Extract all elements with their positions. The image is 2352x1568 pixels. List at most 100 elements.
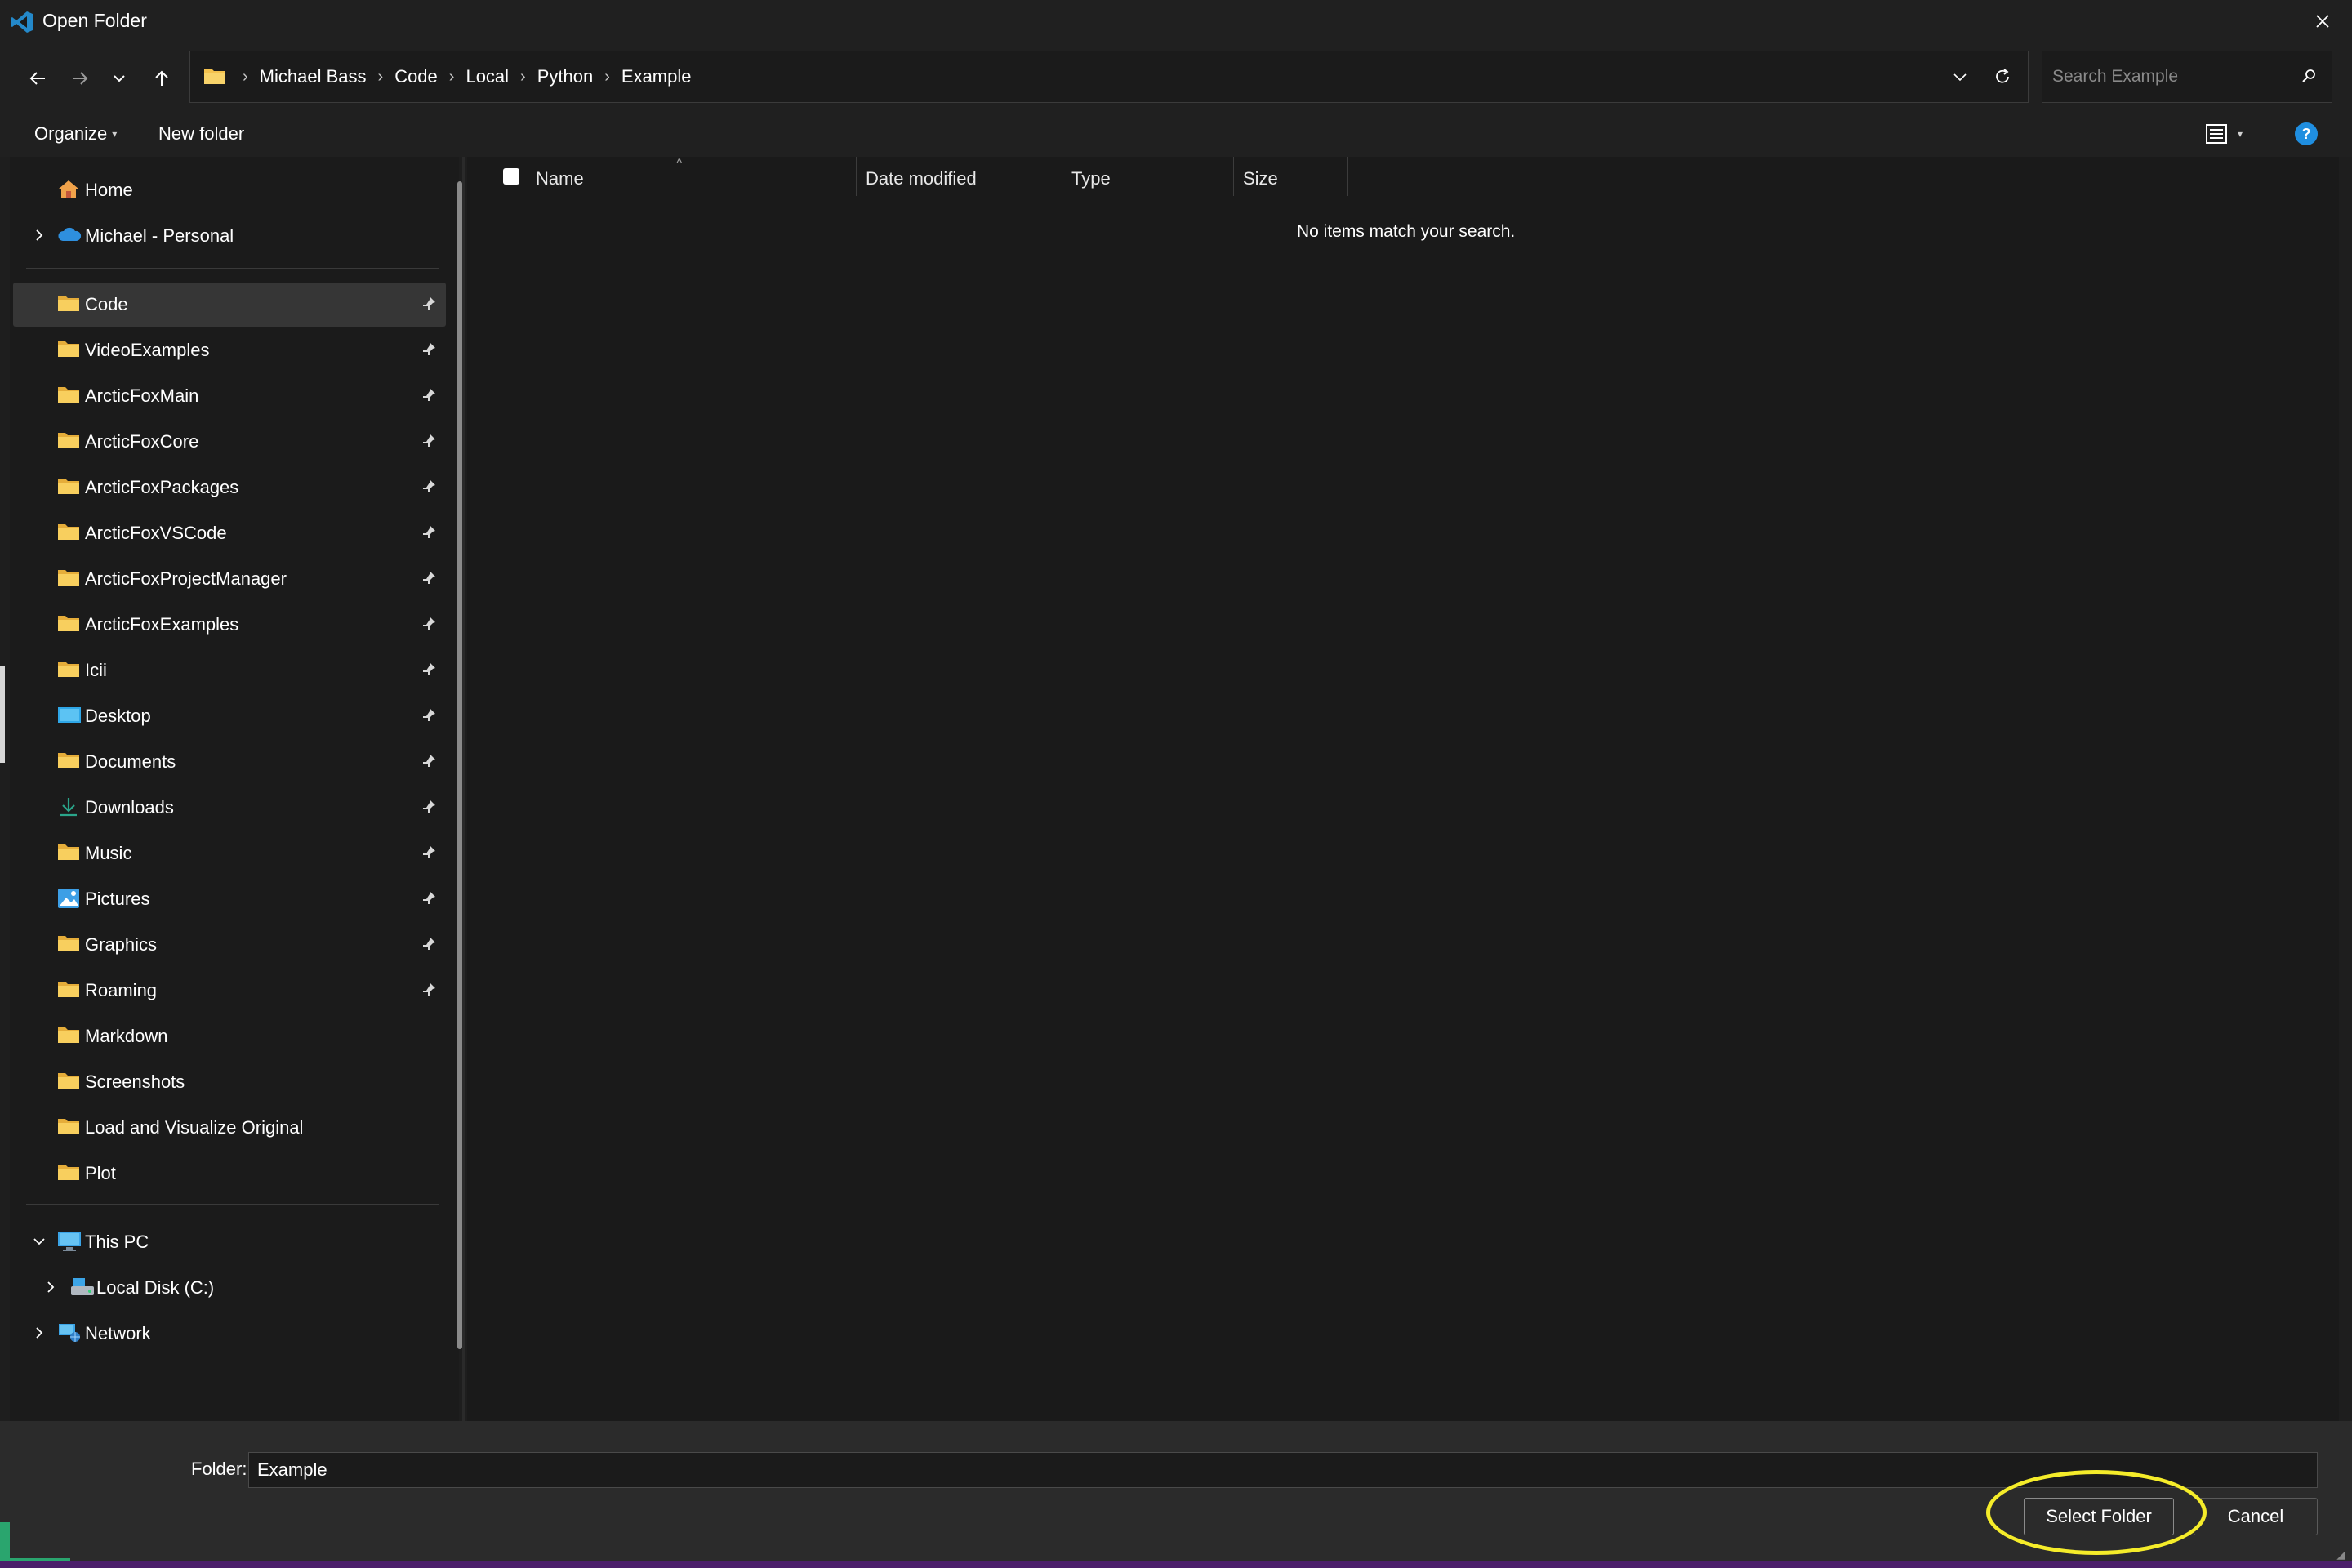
- breadcrumb-item[interactable]: Example: [621, 66, 692, 87]
- breadcrumb-separator: ›: [377, 67, 384, 86]
- sidebar-item-videoexamples[interactable]: VideoExamples: [13, 328, 446, 372]
- change-view-button[interactable]: ▾: [2205, 119, 2262, 149]
- up-button[interactable]: [144, 60, 180, 96]
- pin-icon[interactable]: [421, 844, 437, 865]
- breadcrumb-separator: ›: [243, 67, 248, 86]
- select-all-checkbox[interactable]: [503, 168, 519, 185]
- sidebar-item-plot[interactable]: Plot: [13, 1152, 446, 1196]
- select-folder-button[interactable]: Select Folder: [2024, 1498, 2174, 1535]
- breadcrumb-item[interactable]: Michael Bass: [260, 66, 367, 87]
- sidebar-item-desktop[interactable]: Desktop: [13, 694, 446, 738]
- address-bar[interactable]: › Michael Bass › Code › Local › Python ›…: [189, 51, 2029, 103]
- folder-icon: [57, 842, 82, 865]
- new-folder-button[interactable]: New folder: [149, 118, 254, 150]
- sidebar-item-code[interactable]: Code: [13, 283, 446, 327]
- pin-icon[interactable]: [421, 890, 437, 911]
- pin-icon[interactable]: [421, 982, 437, 1002]
- sidebar-item-graphics[interactable]: Graphics: [13, 923, 446, 967]
- pin-icon[interactable]: [421, 433, 437, 453]
- pin-icon[interactable]: [421, 296, 437, 316]
- caret-down-icon: ▾: [2238, 128, 2243, 140]
- pin-icon[interactable]: [421, 479, 437, 499]
- sidebar-item-this-pc[interactable]: This PC: [13, 1220, 446, 1264]
- back-button[interactable]: [20, 60, 56, 96]
- sidebar-item-arcticfoxpackages[interactable]: ArcticFoxPackages: [13, 466, 446, 510]
- sidebar-item-arcticfoxprojectmanager[interactable]: ArcticFoxProjectManager: [13, 557, 446, 601]
- folder-icon: [57, 1116, 82, 1139]
- sidebar-item-arcticfoxvscode[interactable]: ArcticFoxVSCode: [13, 511, 446, 555]
- organize-button[interactable]: Organize ▾: [24, 118, 127, 150]
- pin-icon[interactable]: [421, 799, 437, 819]
- column-header-name[interactable]: Name: [536, 168, 584, 189]
- sidebar-item-label: Roaming: [85, 980, 158, 1000]
- close-button[interactable]: [2305, 5, 2341, 38]
- sidebar-item-downloads[interactable]: Downloads: [13, 786, 446, 830]
- breadcrumb-item[interactable]: Local: [466, 66, 509, 87]
- pane-splitter[interactable]: [462, 157, 466, 1421]
- chevron-right-icon[interactable]: [31, 227, 47, 243]
- pin-icon[interactable]: [421, 662, 437, 682]
- desktop-icon: [57, 705, 82, 728]
- sidebar-item-arcticfoxmain[interactable]: ArcticFoxMain: [13, 374, 446, 418]
- folder-name-input[interactable]: [248, 1452, 2318, 1488]
- column-header-date-modified[interactable]: Date modified: [866, 168, 977, 189]
- pin-icon[interactable]: [421, 936, 437, 956]
- pin-icon[interactable]: [421, 616, 437, 636]
- column-separator[interactable]: [1233, 157, 1234, 196]
- select-folder-label: Select Folder: [2046, 1506, 2152, 1526]
- pin-icon[interactable]: [421, 387, 437, 408]
- column-header-type[interactable]: Type: [1071, 168, 1111, 189]
- sidebar-item-markdown[interactable]: Markdown: [13, 1014, 446, 1058]
- refresh-button[interactable]: [1989, 63, 2016, 91]
- recent-locations-button[interactable]: [101, 60, 137, 96]
- chevron-down-icon[interactable]: [31, 1233, 47, 1250]
- folder-icon: [57, 1071, 82, 1094]
- sidebar-item-music[interactable]: Music: [13, 831, 446, 875]
- search-box[interactable]: [2042, 51, 2332, 103]
- folder-icon: [57, 476, 82, 499]
- forward-button[interactable]: [62, 60, 98, 96]
- folder-icon: [57, 522, 82, 545]
- sidebar-item-load-and-visualize-original[interactable]: Load and Visualize Original: [13, 1106, 446, 1150]
- folder-icon: [57, 1025, 82, 1048]
- download-icon: [57, 796, 82, 819]
- sidebar-divider: [26, 1204, 439, 1205]
- column-header-size[interactable]: Size: [1243, 168, 1278, 189]
- sidebar-item-label: Michael - Personal: [85, 225, 234, 246]
- sidebar-item-local-disk-c[interactable]: Local Disk (C:): [13, 1266, 446, 1310]
- sidebar-item-arcticfoxcore[interactable]: ArcticFoxCore: [13, 420, 446, 464]
- sidebar-item-arcticfoxexamples[interactable]: ArcticFoxExamples: [13, 603, 446, 647]
- chevron-down-icon: [114, 75, 125, 82]
- sidebar-item-label: ArcticFoxMain: [85, 385, 199, 406]
- resize-grip-icon[interactable]: ◢: [2336, 1548, 2345, 1561]
- sidebar-item-roaming[interactable]: Roaming: [13, 969, 446, 1013]
- pin-icon[interactable]: [421, 707, 437, 728]
- pin-icon[interactable]: [421, 753, 437, 773]
- sidebar-item-screenshots[interactable]: Screenshots: [13, 1060, 446, 1104]
- sidebar-item-documents[interactable]: Documents: [13, 740, 446, 784]
- sidebar-item-label: Markdown: [85, 1026, 168, 1046]
- breadcrumb-item[interactable]: Python: [537, 66, 594, 87]
- pin-icon[interactable]: [421, 341, 437, 362]
- sidebar-item-label: Documents: [85, 751, 176, 772]
- sidebar-item-pictures[interactable]: Pictures: [13, 877, 446, 921]
- address-history-button[interactable]: [1948, 65, 1972, 89]
- help-button[interactable]: ?: [2295, 122, 2318, 145]
- folder-icon: [57, 933, 82, 956]
- cancel-button[interactable]: Cancel: [2194, 1498, 2318, 1535]
- sidebar-item-icii[interactable]: Icii: [13, 648, 446, 693]
- sidebar-item-network[interactable]: Network: [13, 1312, 446, 1356]
- folder-label: Folder:: [191, 1459, 247, 1479]
- pin-icon[interactable]: [421, 524, 437, 545]
- breadcrumb-item[interactable]: Code: [394, 66, 438, 87]
- pin-icon[interactable]: [421, 570, 437, 590]
- chevron-down-icon: [1953, 74, 1967, 82]
- folder-icon: [57, 385, 82, 408]
- chevron-right-icon[interactable]: [31, 1325, 47, 1341]
- sidebar-item-michael-personal[interactable]: Michael - Personal: [13, 214, 446, 258]
- sidebar-item-label: Screenshots: [85, 1071, 185, 1092]
- sidebar-item-home[interactable]: Home: [13, 168, 446, 212]
- search-input[interactable]: [2051, 60, 2287, 94]
- column-separator[interactable]: [856, 157, 857, 196]
- chevron-right-icon[interactable]: [42, 1279, 59, 1295]
